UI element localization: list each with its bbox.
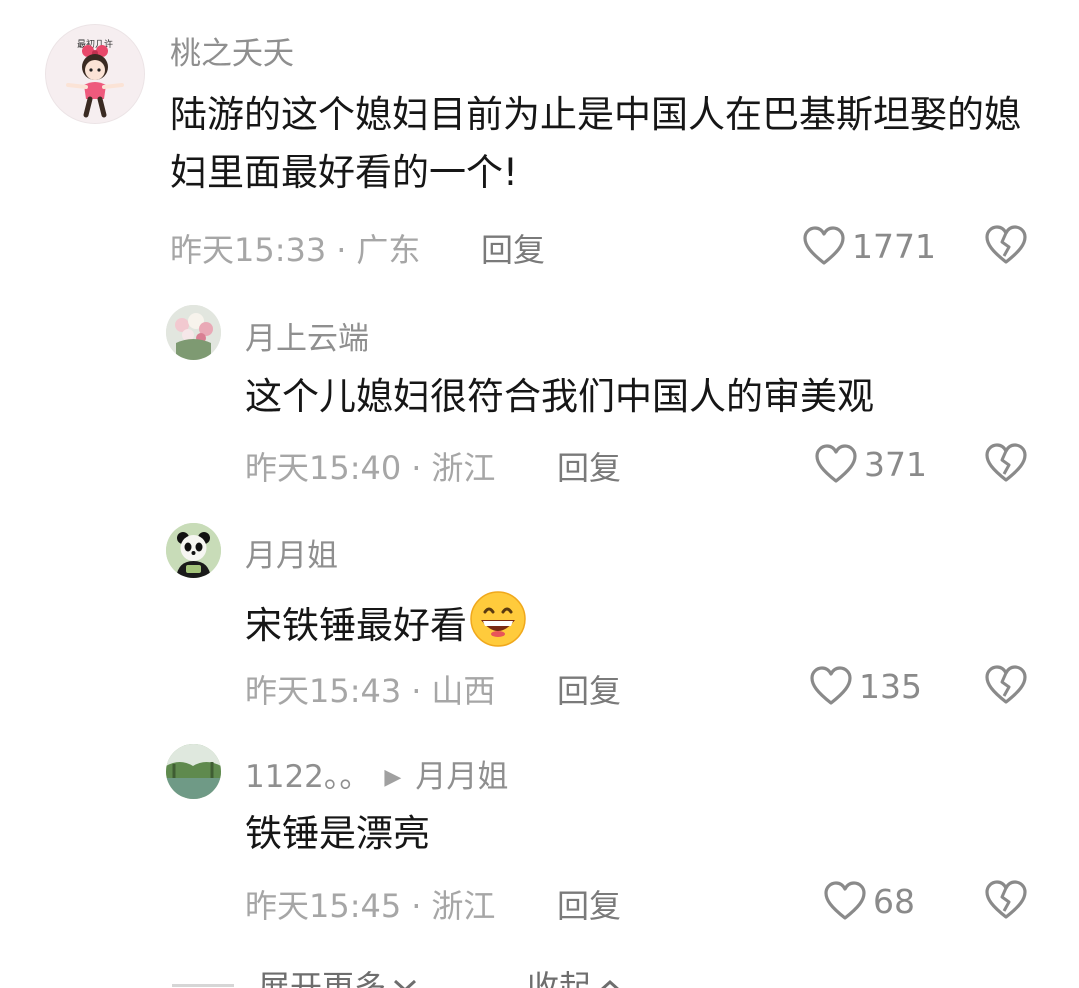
like-button[interactable]: 68 xyxy=(823,877,915,925)
avatar[interactable]: 最初几许 xyxy=(45,24,145,124)
like-count: 68 xyxy=(873,881,915,921)
reply-item: 月上云端 这个儿媳妇很符合我们中国人的审美观 昨天15:40 · 浙江 回复 371 xyxy=(0,290,1079,510)
reply-item: 1122。。 ▶ 月月姐 铁锤是漂亮 昨天15:45 · 浙江 回复 68 xyxy=(0,735,1079,945)
heart-icon xyxy=(803,226,845,265)
heart-icon xyxy=(815,444,857,483)
comment-time: 昨天15:33 xyxy=(170,231,327,269)
chevron-up-icon xyxy=(601,979,619,988)
broken-heart-icon xyxy=(985,880,1027,919)
comment-location: 山西 xyxy=(431,672,496,710)
meta-separator: · xyxy=(411,449,422,487)
comment-meta: 昨天15:43 · 山西 xyxy=(245,666,495,712)
like-count: 371 xyxy=(864,444,927,484)
replies-footer: 展开更多 收起 xyxy=(0,958,1079,988)
comment-text: 陆游的这个媳妇目前为止是中国人在巴基斯坦娶的媳妇里面最好看的一个! xyxy=(170,93,1021,194)
panda-avatar-icon xyxy=(166,523,221,578)
comment-location: 浙江 xyxy=(431,449,496,487)
username[interactable]: 月上云端 xyxy=(245,313,369,358)
collapse-button[interactable]: 收起 xyxy=(527,962,625,988)
dislike-button[interactable] xyxy=(984,442,1028,486)
comment-item: 最初几许 桃之夭夭 陆游的这个媳妇目前为止是中国人在巴基斯坦娶的媳妇里面最好看的… xyxy=(0,0,1079,290)
comment-time: 昨天15:43 xyxy=(245,672,402,710)
dislike-button[interactable] xyxy=(984,879,1028,923)
landscape-avatar-icon xyxy=(166,744,221,799)
like-count: 135 xyxy=(859,666,922,706)
like-count: 1771 xyxy=(852,226,936,266)
reply-item: 月月姐 宋铁锤最好看 昨天15:43 · 山西 回复 135 xyxy=(0,510,1079,735)
username[interactable]: 月月姐 xyxy=(245,530,338,575)
heart-icon xyxy=(824,881,866,920)
comment-location: 广东 xyxy=(356,231,421,269)
broken-heart-icon xyxy=(985,225,1027,264)
comment-location: 浙江 xyxy=(431,887,496,925)
reply-button[interactable]: 回复 xyxy=(557,881,621,927)
meta-separator: · xyxy=(336,231,347,269)
comment-time: 昨天15:45 xyxy=(245,887,402,925)
expand-more-button[interactable]: 展开更多 xyxy=(258,962,420,988)
like-button[interactable]: 135 xyxy=(809,662,922,710)
username: 1122。。 ▶ 月月姐 xyxy=(245,751,508,796)
dislike-button[interactable] xyxy=(984,664,1028,708)
comment-meta: 昨天15:33 · 广东 xyxy=(170,225,420,271)
comment-text: 这个儿媳妇很符合我们中国人的审美观 xyxy=(245,375,874,418)
comment-text: 宋铁锤最好看 xyxy=(245,590,1045,655)
chevron-down-icon xyxy=(394,979,417,988)
avatar[interactable] xyxy=(166,744,221,799)
broken-heart-icon xyxy=(985,443,1027,482)
broken-heart-icon xyxy=(985,665,1027,704)
comment-text: 铁锤是漂亮 xyxy=(245,812,430,855)
reply-author[interactable]: 1122。。 xyxy=(245,759,370,795)
reply-button[interactable]: 回复 xyxy=(557,443,621,489)
like-button[interactable]: 1771 xyxy=(802,222,936,270)
flowers-avatar-icon xyxy=(166,305,221,360)
avatar-text: 最初几许 xyxy=(77,38,113,50)
like-button[interactable]: 371 xyxy=(814,440,927,488)
grinning-face-icon xyxy=(470,591,526,647)
comment-text-body: 宋铁锤最好看 xyxy=(245,604,467,647)
girl-cartoon-avatar-icon: 最初几许 xyxy=(46,25,144,123)
comment-meta: 昨天15:40 · 浙江 xyxy=(245,443,495,489)
avatar[interactable] xyxy=(166,523,221,578)
expand-more-label: 展开更多 xyxy=(258,968,387,988)
comment-meta: 昨天15:45 · 浙江 xyxy=(245,881,495,927)
heart-icon xyxy=(810,666,852,705)
meta-separator: · xyxy=(411,672,422,710)
reply-button[interactable]: 回复 xyxy=(481,225,545,271)
meta-separator: · xyxy=(411,887,422,925)
footer-divider xyxy=(172,984,234,987)
collapse-label: 收起 xyxy=(527,968,592,988)
username[interactable]: 桃之夭夭 xyxy=(170,28,294,73)
reply-button[interactable]: 回复 xyxy=(557,666,621,712)
comment-time: 昨天15:40 xyxy=(245,449,402,487)
reply-to-arrow-icon: ▶ xyxy=(384,765,402,790)
avatar[interactable] xyxy=(166,305,221,360)
reply-target[interactable]: 月月姐 xyxy=(415,759,508,795)
dislike-button[interactable] xyxy=(984,224,1028,268)
